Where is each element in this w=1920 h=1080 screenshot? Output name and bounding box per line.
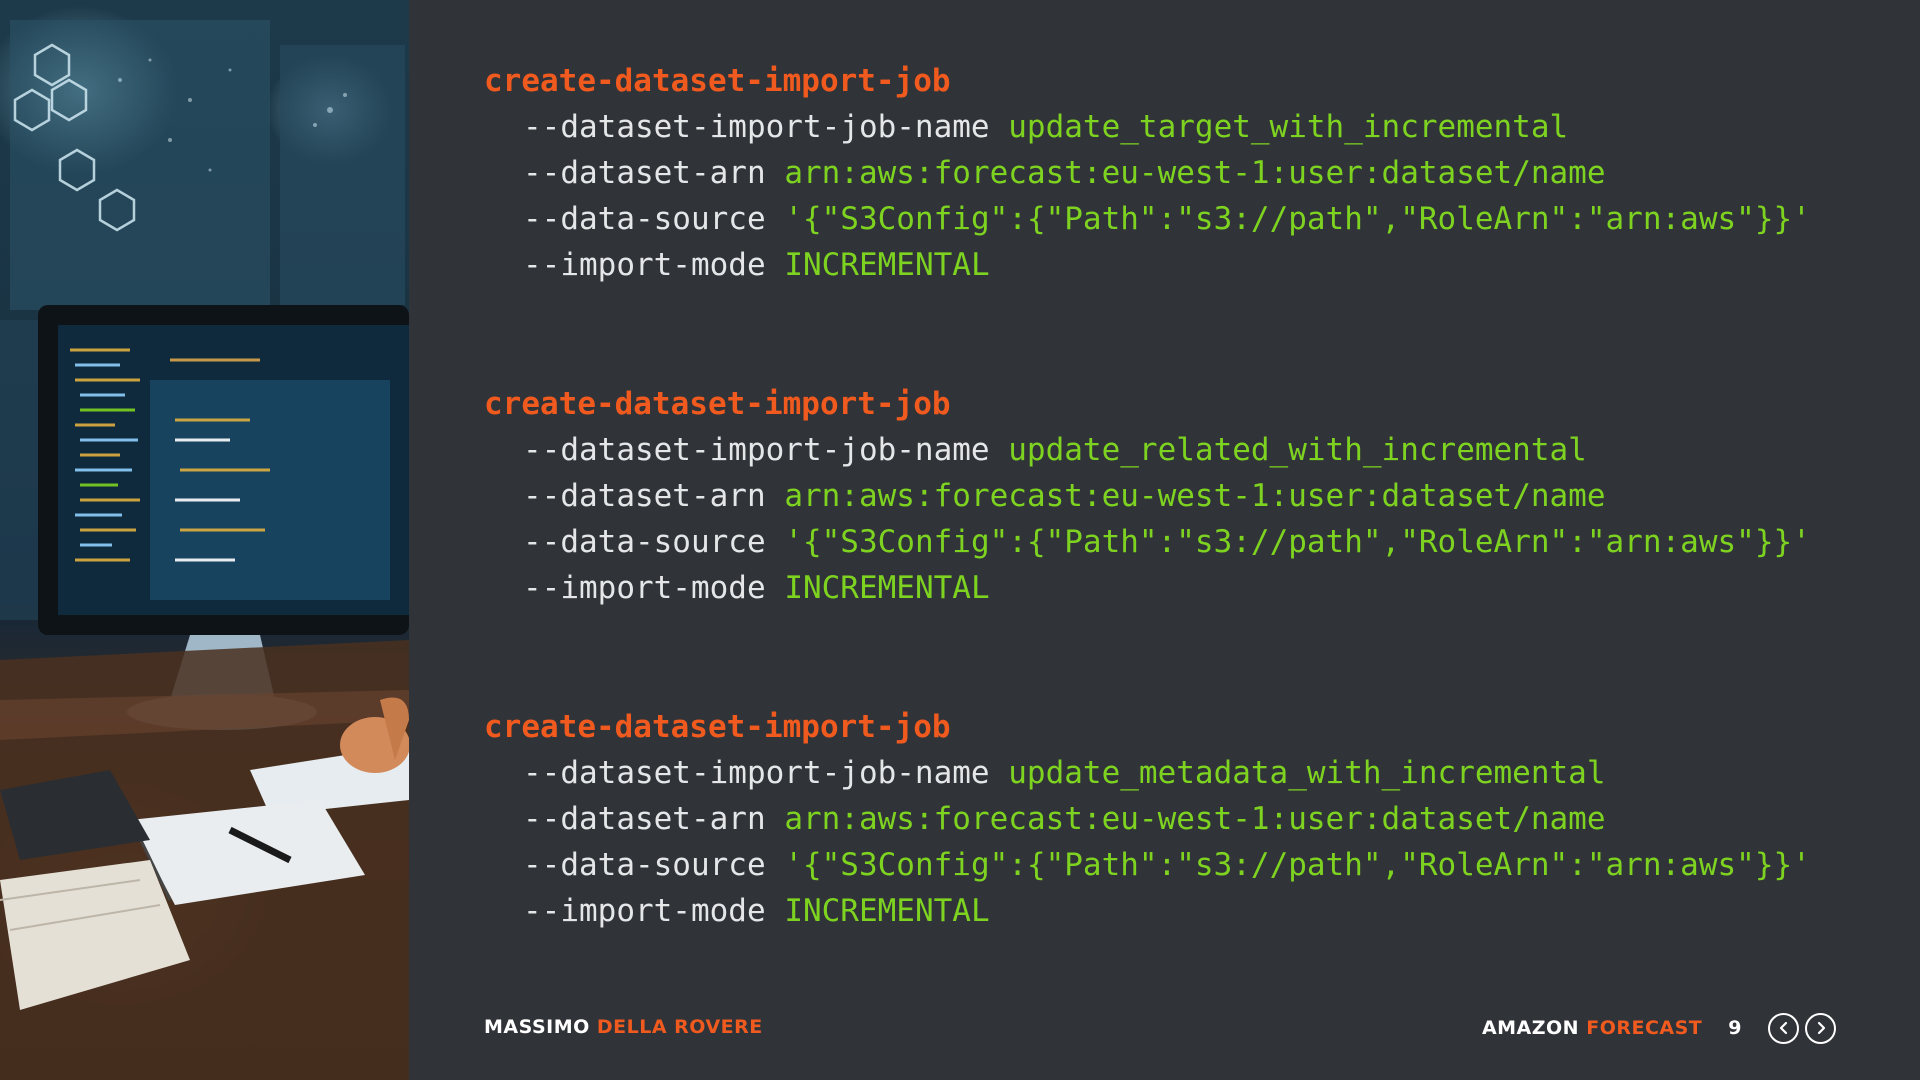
param-flag: --import-mode [523,247,766,283]
product-last: FORECAST [1586,1017,1703,1039]
param-line: --import-mode INCREMENTAL [523,888,1811,934]
param-value: INCREMENTAL [784,570,990,606]
next-slide-button[interactable] [1805,1012,1836,1044]
param-line: --dataset-arn arn:aws:forecast:eu-west-1… [523,473,1811,519]
param-line: --dataset-import-job-name update_related… [523,427,1811,473]
param-flag: --dataset-import-job-name [523,432,990,468]
param-line: --import-mode INCREMENTAL [523,565,1811,611]
import-job-block-2: create-dataset-import-job --dataset-impo… [484,381,1811,611]
param-flag: --dataset-arn [523,155,766,191]
product-footer: AMAZON FORECAST 9 [1482,1010,1836,1046]
param-value: '{"S3Config":{"Path":"s3://path","RoleAr… [784,524,1811,560]
param-flag: --data-source [523,847,766,883]
param-value: update_metadata_with_incremental [1008,755,1606,791]
param-line: --import-mode INCREMENTAL [523,242,1811,288]
param-flag: --dataset-import-job-name [523,755,990,791]
param-flag: --data-source [523,201,766,237]
param-line: --data-source '{"S3Config":{"Path":"s3:/… [523,842,1811,888]
param-line: --dataset-import-job-name update_metadat… [523,750,1811,796]
previous-slide-button[interactable] [1768,1012,1799,1044]
param-flag: --dataset-import-job-name [523,109,990,145]
author-last-name: DELLA ROVERE [596,1016,763,1038]
command-title: create-dataset-import-job [484,63,951,99]
param-line: --dataset-arn arn:aws:forecast:eu-west-1… [523,150,1811,196]
author-footer: MASSIMO DELLA ROVERE [484,1016,763,1038]
chevron-right-icon [1817,1021,1825,1035]
product-first: AMAZON [1481,1017,1580,1039]
import-job-block-3: create-dataset-import-job --dataset-impo… [484,704,1811,934]
param-value: update_target_with_incremental [1008,109,1569,145]
param-value: INCREMENTAL [784,893,990,929]
param-value: arn:aws:forecast:eu-west-1:user:dataset/… [784,155,1606,191]
import-job-block-1: create-dataset-import-job --dataset-impo… [484,58,1811,288]
command-title: create-dataset-import-job [484,709,951,745]
param-line: --data-source '{"S3Config":{"Path":"s3:/… [523,519,1811,565]
page-number: 9 [1728,1017,1742,1039]
param-value: arn:aws:forecast:eu-west-1:user:dataset/… [784,801,1606,837]
command-title: create-dataset-import-job [484,386,951,422]
param-value: INCREMENTAL [784,247,990,283]
param-line: --dataset-import-job-name update_target_… [523,104,1811,150]
param-line: --data-source '{"S3Config":{"Path":"s3:/… [523,196,1811,242]
param-flag: --dataset-arn [523,478,766,514]
param-flag: --import-mode [523,570,766,606]
param-value: '{"S3Config":{"Path":"s3://path","RoleAr… [784,201,1811,237]
workstation-illustration [0,20,409,1080]
param-flag: --import-mode [523,893,766,929]
param-value: arn:aws:forecast:eu-west-1:user:dataset/… [784,478,1606,514]
param-value: '{"S3Config":{"Path":"s3://path","RoleAr… [784,847,1811,883]
param-flag: --dataset-arn [523,801,766,837]
slide: create-dataset-import-job --dataset-impo… [0,0,1920,1080]
author-first-name: MASSIMO [484,1016,590,1038]
param-line: --dataset-arn arn:aws:forecast:eu-west-1… [523,796,1811,842]
param-value: update_related_with_incremental [1008,432,1587,468]
param-flag: --data-source [523,524,766,560]
chevron-left-icon [1779,1021,1787,1035]
workstation-photo [0,0,409,1080]
